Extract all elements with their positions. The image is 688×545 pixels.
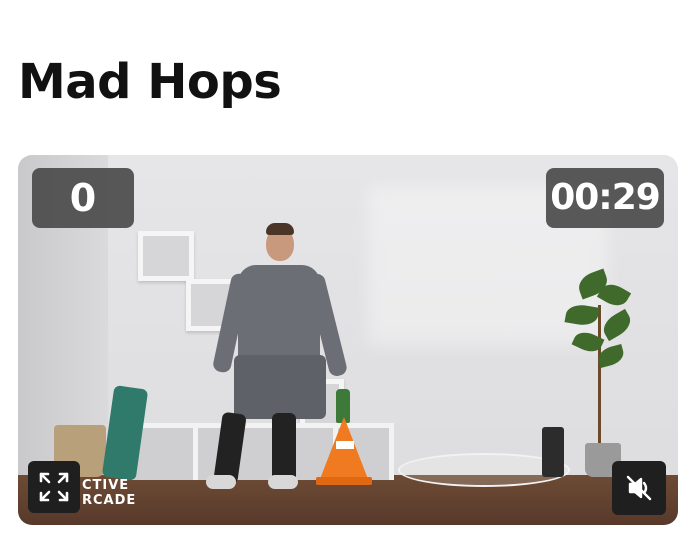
video-player[interactable]: 0 00:29 CTIVE RCADE xyxy=(18,155,678,525)
page-title: Mad Hops xyxy=(18,54,282,110)
video-person-hair xyxy=(266,223,294,235)
video-person-leg-right xyxy=(272,413,296,483)
countdown-timer: 00:29 xyxy=(546,168,664,228)
brand-watermark: CTIVE RCADE xyxy=(82,478,136,508)
fullscreen-button[interactable] xyxy=(28,461,80,513)
video-person-torso xyxy=(238,265,320,365)
video-person-shoe-left xyxy=(206,475,236,489)
fullscreen-icon xyxy=(39,472,69,502)
score-display: 0 xyxy=(32,168,134,228)
video-wall-shelf-top xyxy=(138,231,194,281)
video-traffic-cone-band xyxy=(336,441,354,449)
video-plant-stem xyxy=(598,305,601,445)
mute-toggle-button[interactable] xyxy=(612,461,666,515)
video-person-shorts xyxy=(234,355,326,419)
brand-line-1: CTIVE xyxy=(82,478,130,493)
brand-line-2: RCADE xyxy=(82,493,137,508)
speaker-muted-icon xyxy=(626,475,652,501)
video-traffic-cone-base xyxy=(316,477,372,485)
video-bench-divider xyxy=(193,428,198,480)
video-person-shoe-right xyxy=(268,475,298,489)
video-heater xyxy=(542,427,564,477)
